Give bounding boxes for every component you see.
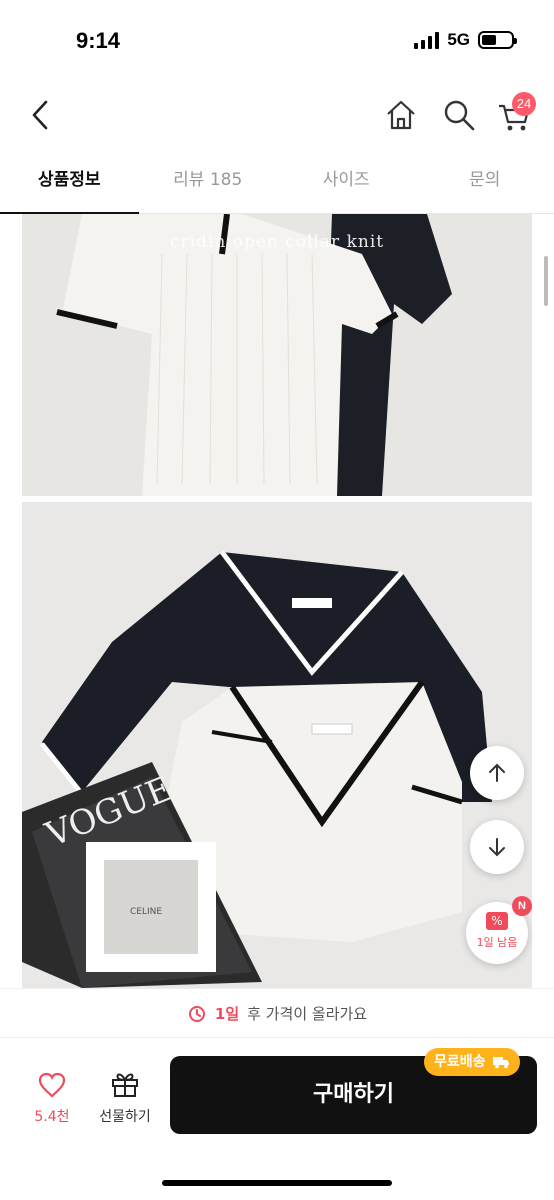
search-icon[interactable]	[442, 98, 476, 132]
coupon-label: 1일 남음	[476, 936, 518, 949]
knit-top-illustration	[22, 214, 532, 496]
notice-highlight: 1일	[214, 1004, 240, 1023]
home-indicator	[162, 1180, 392, 1186]
scroll-up-button[interactable]	[470, 746, 524, 800]
like-button[interactable]: 5.4천	[24, 1072, 80, 1126]
tab-inquiry[interactable]: 문의	[416, 160, 554, 213]
tab-bar: 상품정보 리뷰 185 사이즈 문의	[0, 160, 554, 214]
image-caption: cridin open collar knit	[170, 232, 385, 252]
free-shipping-badge: 무료배송	[424, 1048, 520, 1076]
status-bar: 9:14 5G	[0, 0, 554, 84]
shipping-label: 무료배송	[434, 1054, 486, 1070]
coupon-icon: %	[486, 912, 508, 930]
gift-button[interactable]: 선물하기	[92, 1070, 158, 1126]
tab-size[interactable]: 사이즈	[277, 160, 416, 213]
arrow-down-icon	[489, 838, 505, 857]
top-nav	[0, 84, 554, 146]
coupon-button[interactable]: % 1일 남음 N	[466, 896, 532, 964]
gift-label: 선물하기	[99, 1109, 151, 1125]
home-icon[interactable]	[384, 98, 418, 132]
gift-icon	[112, 1073, 138, 1097]
knit-flatlay-illustration: VOGUE CELINE	[22, 502, 532, 988]
card-label: CELINE	[130, 907, 162, 917]
arrow-up-icon	[489, 763, 505, 782]
like-count: 5.4천	[34, 1109, 70, 1125]
cart-count-badge: 24	[512, 92, 536, 116]
new-badge: N	[512, 896, 532, 916]
status-time: 9:14	[76, 28, 121, 53]
network-label: 5G	[447, 30, 470, 49]
product-image-1: cridin open collar knit	[22, 214, 532, 496]
back-icon[interactable]	[26, 98, 58, 132]
status-right: 5G	[414, 30, 517, 50]
product-image-2: VOGUE CELINE	[22, 502, 532, 988]
alarm-clock-icon	[188, 1006, 205, 1022]
notice-text: 후 가격이 올라가요	[247, 1004, 368, 1023]
truck-icon	[492, 1057, 509, 1069]
price-notice: 1일 후 가격이 올라가요	[0, 988, 554, 1038]
scrollbar[interactable]	[544, 256, 548, 306]
signal-icon	[414, 31, 440, 49]
tab-product-info[interactable]: 상품정보	[0, 160, 139, 214]
scroll-down-button[interactable]	[470, 820, 524, 874]
battery-icon	[478, 31, 517, 49]
heart-icon	[38, 1072, 66, 1098]
tab-reviews[interactable]: 리뷰 185	[139, 160, 278, 213]
